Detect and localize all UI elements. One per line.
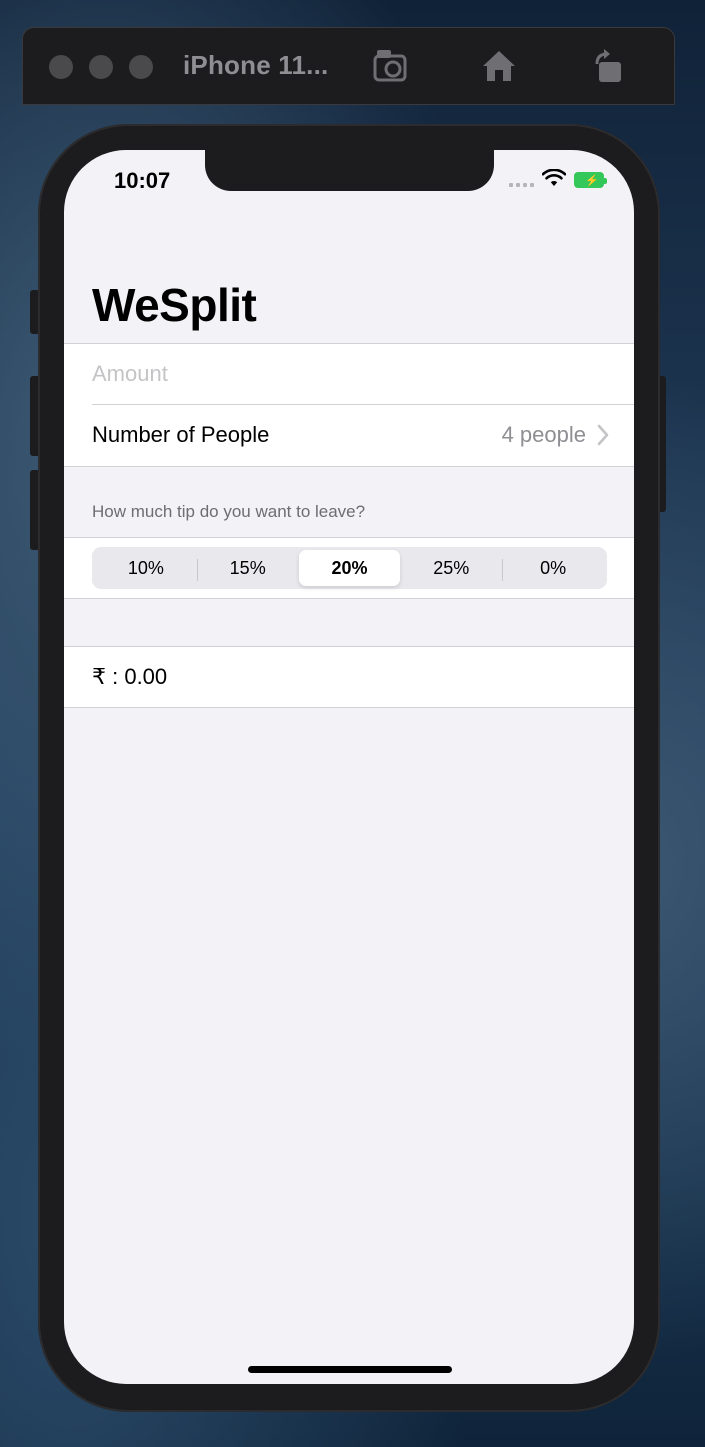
- amount-field[interactable]: [92, 361, 634, 387]
- tip-section-header: How much tip do you want to leave?: [92, 502, 366, 521]
- result-section: ₹ : 0.00: [64, 646, 634, 708]
- simulator-toolbar: iPhone 11...: [22, 27, 675, 105]
- simulator-title: iPhone 11...: [183, 50, 329, 80]
- battery-charging-icon: ⚡: [574, 172, 607, 188]
- status-time: 10:07: [114, 168, 171, 193]
- app-screen: 10:07 ⚡ WeSplit Number of People 4 peopl…: [64, 150, 634, 1384]
- minimize-window-button[interactable]: [89, 55, 113, 79]
- notch: [205, 150, 494, 191]
- bill-section: Number of People 4 people: [64, 343, 634, 467]
- tip-option-0[interactable]: 0%: [502, 550, 604, 586]
- close-window-button[interactable]: [49, 55, 73, 79]
- people-value: 4 people: [501, 422, 586, 447]
- tip-option-25[interactable]: 25%: [400, 550, 502, 586]
- tip-option-20[interactable]: 20%: [298, 550, 401, 586]
- home-indicator[interactable]: [248, 1366, 452, 1373]
- amount-per-person: ₹ : 0.00: [92, 664, 168, 689]
- rotate-icon[interactable]: [589, 46, 629, 86]
- amount-row[interactable]: [92, 344, 634, 405]
- camera-screenshot-icon[interactable]: [371, 46, 411, 86]
- people-label: Number of People: [92, 422, 270, 447]
- number-of-people-picker[interactable]: Number of People 4 people: [92, 405, 634, 465]
- tip-option-10[interactable]: 10%: [95, 550, 197, 586]
- tip-section: 10% 15% 20% 25% 0%: [64, 537, 634, 599]
- tip-option-15[interactable]: 15%: [196, 550, 299, 586]
- home-icon[interactable]: [479, 46, 519, 86]
- chevron-right-icon: [597, 424, 609, 446]
- cellular-signal-icon: [509, 173, 534, 187]
- zoom-window-button[interactable]: [129, 55, 153, 79]
- tip-segmented-control[interactable]: 10% 15% 20% 25% 0%: [92, 547, 607, 589]
- wifi-icon: [541, 168, 567, 192]
- status-indicators: ⚡: [509, 168, 607, 192]
- page-title: WeSplit: [92, 279, 257, 331]
